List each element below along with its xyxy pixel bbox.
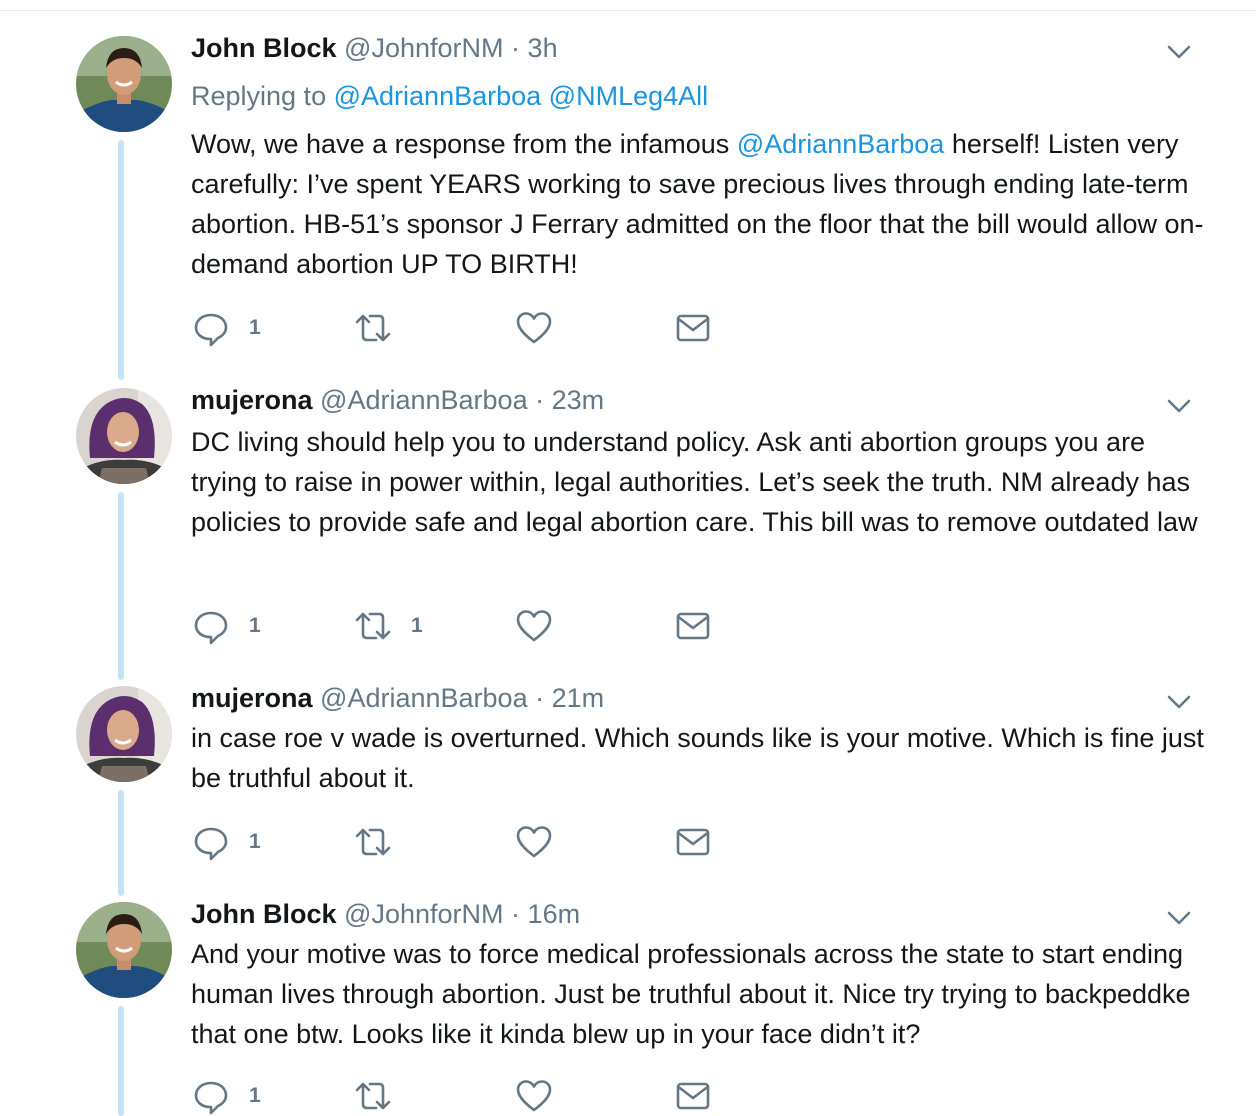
retweet-button[interactable]: 1 (353, 606, 423, 646)
timestamp[interactable]: 3h (528, 33, 558, 63)
direct-message-button[interactable] (673, 1076, 713, 1116)
envelope-icon (673, 822, 713, 862)
user-handle[interactable]: @AdriannBarboa (320, 385, 528, 415)
direct-message-button[interactable] (673, 308, 713, 348)
display-name[interactable]: mujerona (191, 683, 313, 713)
reply-count: 1 (249, 1084, 261, 1107)
action-bar: 1 (191, 822, 751, 862)
reply-count: 1 (249, 614, 261, 637)
reply-button[interactable]: 1 (191, 308, 261, 348)
john-block-avatar[interactable] (76, 902, 172, 998)
mention-link[interactable]: @AdriannBarboa (334, 81, 542, 111)
mujerona-avatar[interactable] (76, 388, 172, 484)
action-bar: 1 (191, 1076, 751, 1116)
thread-connector (118, 790, 124, 896)
chevron-down-icon[interactable] (1166, 398, 1192, 414)
envelope-icon (673, 308, 713, 348)
user-handle[interactable]: @JohnforNM (344, 899, 503, 929)
reply-count: 1 (249, 830, 261, 853)
chevron-down-icon[interactable] (1166, 44, 1192, 60)
tweet-header: mujerona @AdriannBarboa · 23m (191, 384, 604, 416)
timestamp[interactable]: 21m (552, 683, 605, 713)
display-name[interactable]: mujerona (191, 385, 313, 415)
retweet-icon (353, 1076, 393, 1116)
user-handle[interactable]: @JohnforNM (344, 33, 503, 63)
tweet-header: John Block @JohnforNM · 3h (191, 32, 558, 64)
action-bar: 1 (191, 308, 751, 348)
mention-link[interactable]: @AdriannBarboa (737, 129, 945, 159)
retweet-icon (353, 822, 393, 862)
timestamp[interactable]: 23m (552, 385, 605, 415)
reply-count: 1 (249, 316, 261, 339)
heart-icon (514, 308, 554, 348)
display-name[interactable]: John Block (191, 899, 337, 929)
direct-message-button[interactable] (673, 822, 713, 862)
john-block-avatar[interactable] (76, 36, 172, 132)
direct-message-button[interactable] (673, 606, 713, 646)
reply-button[interactable]: 1 (191, 1076, 261, 1116)
like-button[interactable] (514, 822, 572, 862)
tweet-text: Wow, we have a response from the infamou… (191, 124, 1211, 284)
thread-connector (118, 140, 124, 380)
tweet-text: And your motive was to force medical pro… (191, 939, 1191, 1049)
retweet-count: 1 (411, 614, 423, 637)
thread-connector (118, 492, 124, 680)
separator-dot: · (511, 33, 521, 63)
reply-button[interactable]: 1 (191, 822, 261, 862)
reply-button[interactable]: 1 (191, 606, 261, 646)
retweet-button[interactable] (353, 308, 411, 348)
reply-icon (191, 308, 231, 348)
retweet-button[interactable] (353, 1076, 411, 1116)
chevron-down-icon[interactable] (1166, 694, 1192, 710)
heart-icon (514, 1076, 554, 1116)
tweet-text-part: Wow, we have a response from the infamou… (191, 129, 737, 159)
retweet-button[interactable] (353, 822, 411, 862)
reply-icon (191, 822, 231, 862)
reply-icon (191, 1076, 231, 1116)
envelope-icon (673, 606, 713, 646)
separator-dot: · (535, 683, 545, 713)
tweet-header: John Block @JohnforNM · 16m (191, 898, 580, 930)
heart-icon (514, 606, 554, 646)
like-button[interactable] (514, 308, 572, 348)
user-handle[interactable]: @AdriannBarboa (320, 683, 528, 713)
separator-dot: · (535, 385, 545, 415)
tweet-header: mujerona @AdriannBarboa · 21m (191, 682, 604, 714)
thread-connector (118, 1006, 124, 1116)
mujerona-avatar[interactable] (76, 686, 172, 782)
timestamp[interactable]: 16m (528, 899, 581, 929)
replying-to-label: Replying to (191, 81, 327, 111)
tweet-text: DC living should help you to understand … (191, 427, 1198, 537)
retweet-icon (353, 606, 393, 646)
action-bar: 1 1 (191, 606, 751, 646)
tweet-text: in case roe v wade is overturned. Which … (191, 723, 1204, 793)
reply-icon (191, 606, 231, 646)
chevron-down-icon[interactable] (1166, 910, 1192, 926)
separator-dot: · (511, 899, 521, 929)
replying-to: Replying to @AdriannBarboa @NMLeg4All (191, 80, 708, 112)
mention-link[interactable]: @NMLeg4All (549, 81, 708, 111)
top-divider (0, 10, 1256, 11)
display-name[interactable]: John Block (191, 33, 337, 63)
like-button[interactable] (514, 606, 572, 646)
retweet-icon (353, 308, 393, 348)
like-button[interactable] (514, 1076, 572, 1116)
heart-icon (514, 822, 554, 862)
envelope-icon (673, 1076, 713, 1116)
